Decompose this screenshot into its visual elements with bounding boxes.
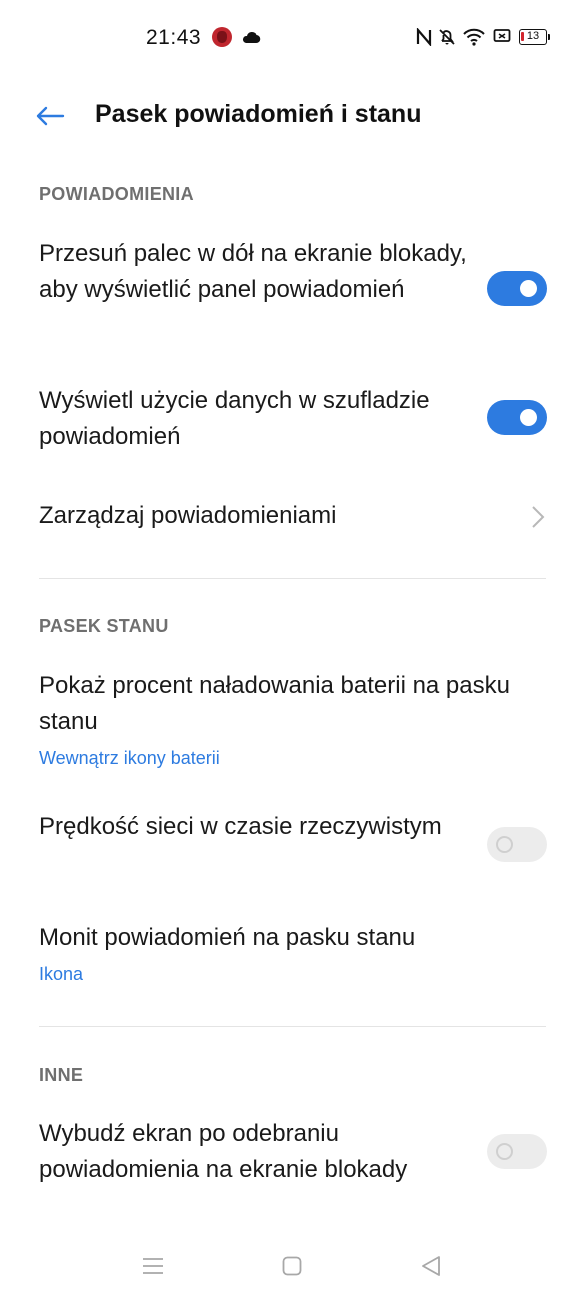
setting-title: Wyświetl użycie danych w szufladzie powi… [39,387,430,450]
status-time: 21:43 [146,26,202,49]
setting-title: Wybudź ekran po odebraniu powiadomienia … [39,1120,408,1183]
home-icon [282,1256,302,1276]
setting-notification-prompt[interactable]: Monit powiadomień na pasku stanu Ikona [0,920,585,990]
nfc-icon [416,27,432,51]
toggle-knob [520,280,537,297]
setting-subtitle: Ikona [39,964,84,984]
lockscreen-swipe-toggle[interactable] [487,271,547,306]
game-app-icon [212,27,232,47]
toggle-knob [496,1143,513,1160]
page-title: Pasek powiadomień i stanu [95,100,422,128]
bell-off-icon [438,28,456,51]
system-back-button[interactable] [411,1249,451,1283]
section-header-status-bar: PASEK STANU [39,616,169,636]
app-header: Pasek powiadomień i stanu [0,88,585,144]
section-header-other: INNE [39,1065,84,1085]
setting-network-speed[interactable]: Prędkość sieci w czasie rzeczywistym [0,809,585,893]
section-header-notifications: POWIADOMIENIA [39,184,194,204]
toggle-knob [496,836,513,853]
cast-icon [493,28,511,49]
data-usage-toggle[interactable] [487,400,547,435]
divider [39,578,546,579]
home-button[interactable] [272,1249,312,1283]
setting-lockscreen-swipe[interactable]: Przesuń palec w dół na ekranie blokady, … [0,234,585,354]
back-icon [422,1256,440,1276]
setting-title: Pokaż procent naładowania baterii na pas… [39,672,510,735]
arrow-left-icon [36,106,65,126]
setting-title: Monit powiadomień na pasku stanu [39,924,416,951]
chevron-right-icon [532,506,545,528]
navigation-bar [0,1235,585,1295]
wifi-icon [463,28,485,51]
back-button[interactable] [30,98,70,134]
setting-data-usage[interactable]: Wyświetl użycie danych w szufladzie powi… [0,381,585,465]
toggle-knob [520,409,537,426]
wake-screen-toggle[interactable] [487,1134,547,1169]
setting-title: Prędkość sieci w czasie rzeczywistym [39,813,442,840]
recent-apps-button[interactable] [133,1249,173,1283]
setting-title: Zarządzaj powiadomieniami [39,502,337,529]
setting-title: Przesuń palec w dół na ekranie blokady, … [39,240,467,303]
setting-manage-notifications[interactable]: Zarządzaj powiadomieniami [0,496,585,542]
setting-wake-screen[interactable]: Wybudź ekran po odebraniu powiadomienia … [0,1116,585,1200]
menu-icon [143,1258,163,1274]
cloud-icon [241,30,261,49]
setting-subtitle: Wewnątrz ikony baterii [39,748,220,768]
setting-battery-percent[interactable]: Pokaż procent naładowania baterii na pas… [0,668,585,778]
network-speed-toggle[interactable] [487,827,547,862]
status-bar: 21:43 13 [0,0,585,78]
battery-icon: 13 [519,29,550,45]
divider [39,1026,546,1027]
